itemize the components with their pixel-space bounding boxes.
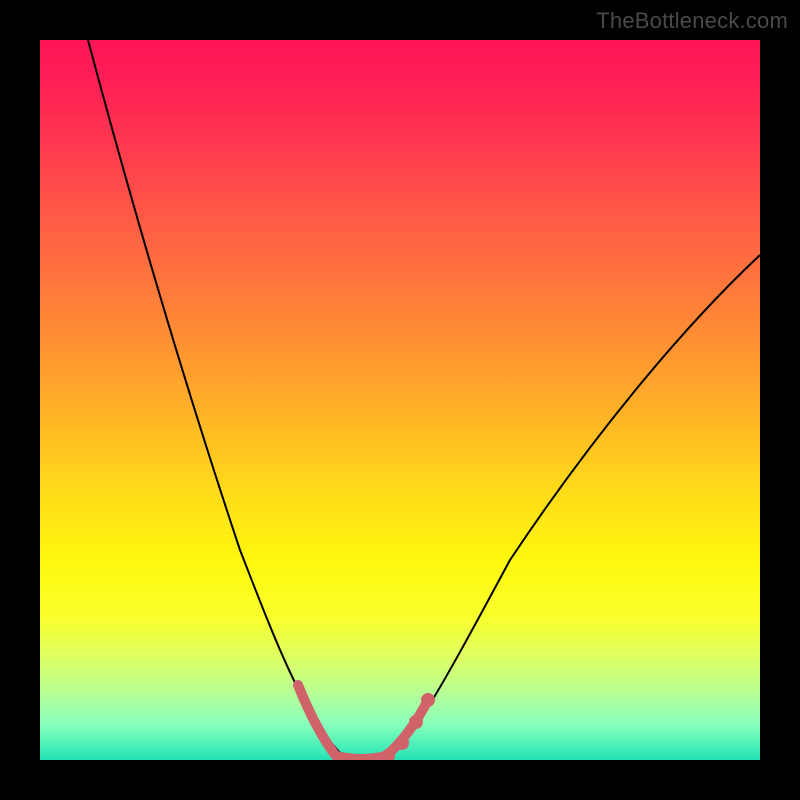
watermark-text: TheBottleneck.com — [596, 8, 788, 34]
curve-layer — [40, 40, 760, 760]
highlight-bottom — [336, 756, 386, 759]
plot-area — [40, 40, 760, 760]
highlight-dot-3 — [409, 715, 423, 729]
highlight-left — [298, 685, 336, 756]
chart-frame: TheBottleneck.com — [0, 0, 800, 800]
highlight-dot-4 — [421, 693, 435, 707]
highlight-dot-2 — [395, 736, 409, 750]
bottleneck-curve — [88, 40, 760, 760]
